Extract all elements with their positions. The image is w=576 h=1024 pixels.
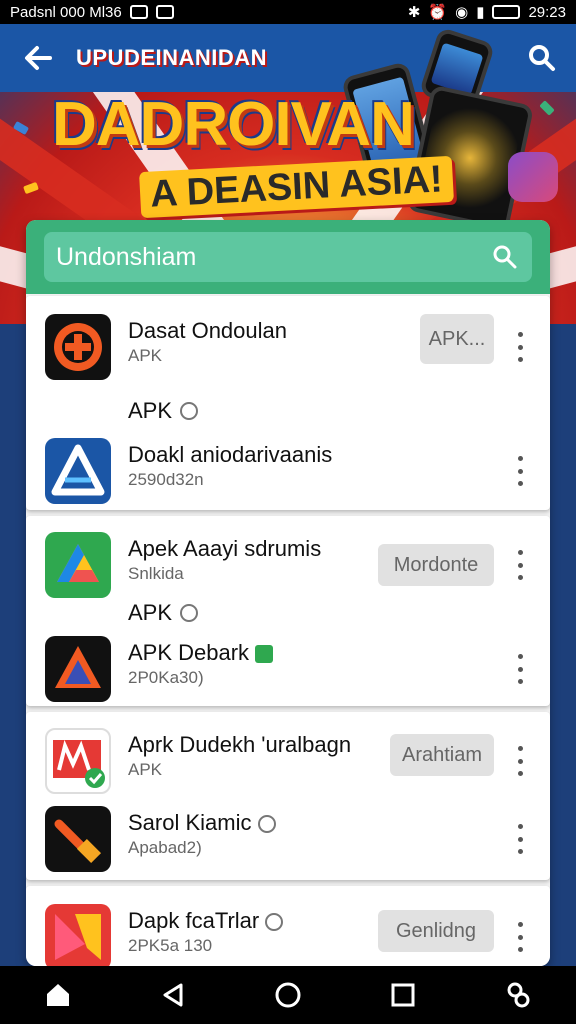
circle-home-icon xyxy=(275,982,301,1008)
info-icon xyxy=(257,815,276,834)
status-bar: Pаdsnl 000 Ml36 ✱ ⏰ ◉ ▮ 29:23 xyxy=(0,0,576,24)
drive-triangle-icon xyxy=(45,532,111,598)
orange-black-logo-icon xyxy=(45,314,111,380)
hand-icon xyxy=(180,604,199,622)
alarm-icon: ⏰ xyxy=(428,4,448,21)
system-nav-bar xyxy=(0,966,576,1024)
back-button[interactable] xyxy=(0,24,76,92)
notification-icon-2 xyxy=(155,5,174,19)
app-subtitle: 2P0Kа30) xyxy=(128,668,204,687)
red-triangle-logo-icon xyxy=(45,636,111,702)
assistant-icon xyxy=(507,982,530,1008)
app-subtitle: APK xyxy=(128,346,163,365)
app-name: Dapk fcaTrlar xyxy=(128,908,284,934)
action-button[interactable]: Genlidng xyxy=(378,910,494,952)
search-bar: Undonshiam xyxy=(26,220,550,294)
overflow-menu-icon[interactable] xyxy=(508,550,532,580)
list-item[interactable]: Dapk fcaTrlar 2PK5a 130 Genlidng xyxy=(26,896,550,966)
bluetooth-icon: ✱ xyxy=(407,4,421,21)
overflow-menu-icon[interactable] xyxy=(508,824,532,854)
overflow-menu-icon[interactable] xyxy=(508,332,532,362)
wifi-icon: ◉ xyxy=(455,4,469,21)
green-cube-icon xyxy=(255,645,274,664)
banner-headline: DADROIVAN xyxy=(52,90,415,159)
app-section: Aprk Dudekh 'uralbagn APK Arahtiam Sarol… xyxy=(26,712,550,880)
page-title: UPUDEINANIDAN xyxy=(76,45,268,70)
app-subtitle: Apabad2) xyxy=(128,838,202,857)
blue-triangle-logo-icon xyxy=(45,438,111,504)
shield-icon xyxy=(180,402,199,420)
red-check-logo-icon xyxy=(45,728,111,794)
overflow-menu-icon[interactable] xyxy=(508,922,532,952)
search-placeholder: Undonshiam xyxy=(56,242,197,271)
list-item[interactable]: Sarol Kiamic Apabad2) xyxy=(26,798,550,878)
list-item[interactable]: APK Debark 2P0Kа30) xyxy=(26,628,550,708)
section-label: APK xyxy=(128,398,199,424)
app-section: Dasat Ondoulan APK APK... APK Doakl anio… xyxy=(26,296,550,510)
search-icon[interactable] xyxy=(492,244,518,270)
battery-icon xyxy=(492,5,521,19)
overflow-menu-icon[interactable] xyxy=(508,746,532,776)
apk-button[interactable]: APK... xyxy=(420,314,494,364)
recents-square-icon xyxy=(391,983,415,1007)
orange-hammer-icon xyxy=(45,806,111,872)
app-name: Apek Aaayi sdrumis xyxy=(128,536,322,561)
app-list-panel: Undonshiam Dasat Ondoulan APK APK... APK… xyxy=(26,220,550,966)
search-icon xyxy=(529,45,555,71)
arrow-left-icon xyxy=(25,46,52,70)
status-right: ✱ ⏰ ◉ ▮ 29:23 xyxy=(407,3,566,22)
action-button[interactable]: Mordonte xyxy=(378,544,494,586)
list-item[interactable]: Aprk Dudekh 'uralbagn APK Arahtiam xyxy=(26,720,550,800)
status-text: Pаdsnl 000 Ml36 xyxy=(10,3,122,21)
status-left: Pаdsnl 000 Ml36 xyxy=(10,4,174,21)
list-item[interactable]: Dasat Ondoulan APK APK... xyxy=(26,306,550,386)
overflow-menu-icon[interactable] xyxy=(508,456,532,486)
red-yellow-bookmark-icon xyxy=(45,904,111,966)
app-name: APK Debark xyxy=(128,640,274,666)
list-item[interactable]: Apek Aaayi sdrumis Snlkida Mordonte xyxy=(26,524,550,604)
action-button[interactable]: Arahtiam xyxy=(390,734,494,776)
clock-icon xyxy=(265,913,284,932)
overflow-menu-icon[interactable] xyxy=(508,654,532,684)
list-item[interactable]: Doakl aniodarivaanis 2590d32n xyxy=(26,430,550,510)
app-name: Doakl aniodarivaanis xyxy=(128,442,333,467)
header-search-button[interactable] xyxy=(522,38,562,78)
home-button[interactable] xyxy=(28,966,88,1024)
home-icon xyxy=(46,984,69,1006)
search-input[interactable]: Undonshiam xyxy=(44,232,532,282)
status-time: 29:23 xyxy=(528,3,566,21)
signal-icon: ▮ xyxy=(476,4,485,21)
section-label: APK xyxy=(128,600,199,626)
app-subtitle: APK xyxy=(128,760,163,779)
app-subtitle: 2PK5a 130 xyxy=(128,936,213,955)
app-section: Dapk fcaTrlar 2PK5a 130 Genlidng xyxy=(26,886,550,966)
nav-back-button[interactable] xyxy=(143,966,203,1024)
back-triangle-icon xyxy=(163,983,183,1007)
notification-icon xyxy=(129,5,148,19)
app-section: Apek Aaayi sdrumis Snlkida Mordonte APK … xyxy=(26,516,550,706)
nav-recents-button[interactable] xyxy=(373,966,433,1024)
app-subtitle: 2590d32n xyxy=(128,470,204,489)
nav-assistant-button[interactable] xyxy=(488,966,548,1024)
app-name: Aprk Dudekh 'uralbagn xyxy=(128,732,352,757)
app-name: Dasat Ondoulan xyxy=(128,318,287,343)
app-name: Sarol Kiamic xyxy=(128,810,276,836)
nav-home-button[interactable] xyxy=(258,966,318,1024)
app-subtitle: Snlkida xyxy=(128,564,184,583)
app-bubble-icon xyxy=(508,152,558,202)
